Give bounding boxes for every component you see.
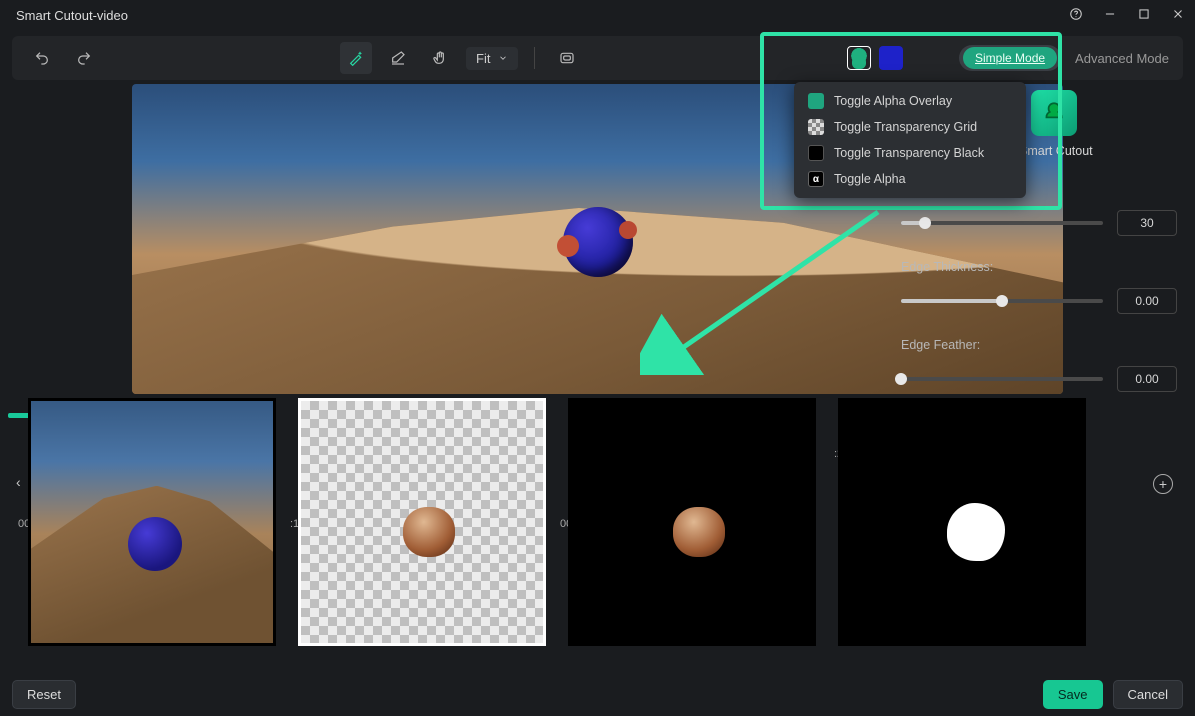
reset-button[interactable]: Reset [12, 680, 76, 709]
mode-advanced[interactable]: Advanced Mode [1075, 51, 1169, 66]
thumbnail-transparency-black[interactable] [568, 398, 816, 646]
preview-mode-swatches [847, 46, 903, 70]
zoom-value: Fit [476, 51, 490, 66]
dropdown-item-transparency-black[interactable]: Toggle Transparency Black [794, 140, 1026, 166]
edge-thickness-value[interactable]: 0.00 [1117, 288, 1177, 314]
dropdown-item-alpha[interactable]: α Toggle Alpha [794, 166, 1026, 192]
preview-mode-dropdown[interactable]: Toggle Alpha Overlay Toggle Transparency… [794, 82, 1026, 198]
footer: Reset Save Cancel [0, 672, 1195, 716]
thumbnail-transparency-grid[interactable] [298, 398, 546, 646]
undo-button[interactable] [26, 42, 58, 74]
preview-swatch-overlay[interactable] [847, 46, 871, 70]
preview-swatch-color[interactable] [879, 46, 903, 70]
brush-size-value[interactable]: 30 [1117, 210, 1177, 236]
chevron-down-icon [498, 53, 508, 63]
edge-thickness-label: Edge Thickness: [901, 260, 1177, 274]
smart-cutout-label: Smart Cutout [1019, 144, 1177, 158]
thumbnail-alpha[interactable] [838, 398, 1086, 646]
zoom-select[interactable]: Fit [466, 47, 518, 70]
alpha-icon: α [808, 171, 824, 187]
close-icon[interactable] [1171, 7, 1185, 24]
preview-thumbnails [12, 398, 1183, 658]
maximize-icon[interactable] [1137, 7, 1151, 24]
dropdown-item-alpha-overlay[interactable]: Toggle Alpha Overlay [794, 88, 1026, 114]
pan-tool[interactable] [424, 42, 456, 74]
window-title: Smart Cutout-video [16, 8, 1069, 23]
mode-simple[interactable]: Simple Mode [963, 47, 1057, 69]
thumbnail-alpha-overlay[interactable] [28, 398, 276, 646]
save-button[interactable]: Save [1043, 680, 1103, 709]
edge-feather-slider[interactable] [901, 377, 1103, 381]
cancel-button[interactable]: Cancel [1113, 680, 1183, 709]
help-icon[interactable] [1069, 7, 1083, 24]
mode-toggle: Simple Mode Advanced Mode [959, 45, 1169, 71]
edge-thickness-slider[interactable] [901, 299, 1103, 303]
brush-size-slider[interactable] [901, 221, 1103, 225]
toolbar-divider [534, 47, 535, 69]
edge-feather-value[interactable]: 0.00 [1117, 366, 1177, 392]
toolbar: Fit Simple Mode Advanced Mode [12, 36, 1183, 80]
dropdown-item-transparency-grid[interactable]: Toggle Transparency Grid [794, 114, 1026, 140]
edge-feather-label: Edge Feather: [901, 338, 1177, 352]
magic-brush-tool[interactable] [340, 42, 372, 74]
cutout-subject [563, 207, 633, 277]
minimize-icon[interactable] [1103, 7, 1117, 24]
smart-cutout-tile[interactable] [1031, 90, 1077, 136]
person-icon [808, 93, 824, 109]
checker-icon [808, 119, 824, 135]
compare-button[interactable] [551, 42, 583, 74]
redo-button[interactable] [68, 42, 100, 74]
titlebar: Smart Cutout-video [0, 0, 1195, 30]
eraser-tool[interactable] [382, 42, 414, 74]
black-swatch-icon [808, 145, 824, 161]
